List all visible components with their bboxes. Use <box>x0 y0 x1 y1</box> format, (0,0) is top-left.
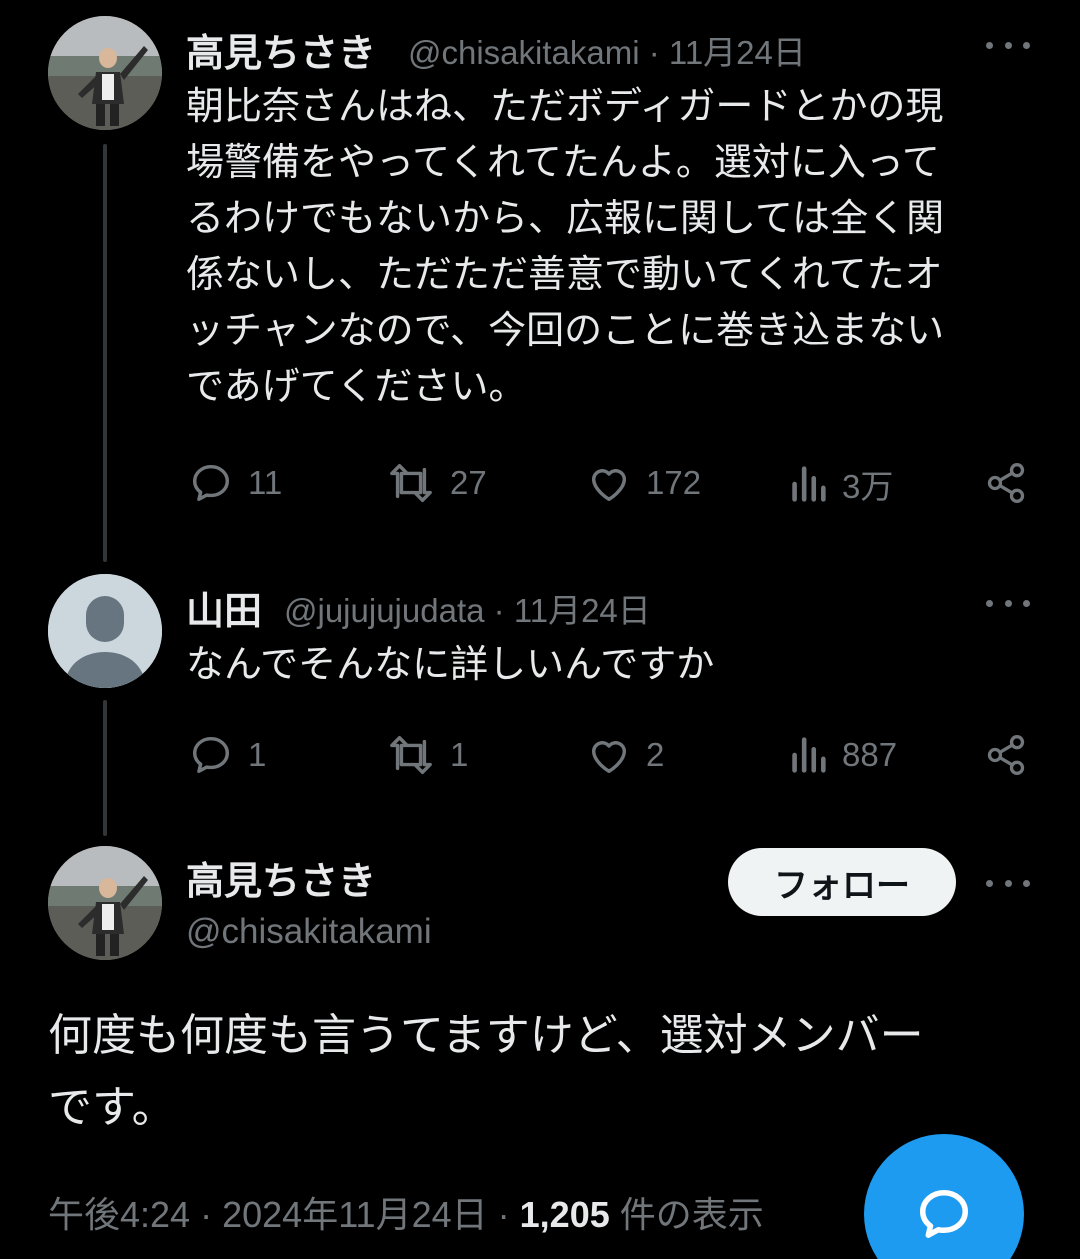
view-suffix: 件の表示 <box>619 1194 764 1235</box>
author-name[interactable]: 高見ちさき <box>186 22 376 77</box>
reply-count: 1 <box>248 736 267 773</box>
tweet-timestamp-views: 午後4:24 · 2024年11月24日 · 1,205 件の表示 <box>48 1186 764 1238</box>
reply-button[interactable]: 1 <box>188 732 266 778</box>
meta-separator: · <box>497 1194 510 1235</box>
view-count: 1,205 <box>519 1194 610 1235</box>
more-icon[interactable] <box>986 596 1030 610</box>
tweet-text-line: 場警備をやってくれてたんよ。選対に入って <box>186 140 940 184</box>
author-handle[interactable]: @chisakitakami <box>186 912 432 952</box>
analytics-icon <box>792 737 826 773</box>
author-name[interactable]: 高見ちさき <box>186 850 376 905</box>
repost-icon <box>390 736 432 774</box>
like-count: 2 <box>646 736 665 773</box>
repost-button[interactable]: 27 <box>386 460 487 506</box>
reply-count: 11 <box>248 464 283 501</box>
repost-count: 27 <box>450 464 487 501</box>
more-icon[interactable] <box>986 876 1030 890</box>
like-button[interactable]: 2 <box>586 732 664 778</box>
tweet-text-line: です。 <box>48 1082 176 1133</box>
tweet-text-line: るわけでもないから、広報に関しては全く関 <box>186 196 945 240</box>
reply-icon <box>192 464 230 502</box>
tweet-text-line: なんでそんなに詳しいんですか <box>186 642 715 686</box>
author-handle-meta: @chisakitakami · 11月24日 <box>408 26 806 74</box>
author-name[interactable]: 山田 <box>186 580 262 635</box>
more-icon[interactable] <box>986 38 1030 52</box>
tweet-text: 朝比奈さんはね、ただボディガードとかの現 場警備をやってくれてたんよ。選対に入っ… <box>186 78 1036 414</box>
thread-line <box>103 700 107 836</box>
author-handle[interactable]: @chisakitakami <box>408 34 640 71</box>
repost-count: 1 <box>450 736 469 773</box>
tweet-text-line: 何度も何度も言うてますけど、選対メンバー <box>48 1010 924 1061</box>
tweet-date[interactable]: 11月24日 <box>514 592 651 629</box>
tweet-text: なんでそんなに詳しいんですか <box>186 636 1036 692</box>
like-count: 172 <box>646 464 702 501</box>
follow-button[interactable]: フォロー <box>728 848 956 916</box>
author-handle-meta: @jujujujudata · 11月24日 <box>284 584 651 632</box>
tweet-text-line: 係ないし、ただただ善意で動いてくれてたオ <box>186 252 943 296</box>
reply-icon <box>192 736 230 774</box>
tweet-text-line: であげてください。 <box>186 364 527 408</box>
view-count: 3万 <box>842 468 894 505</box>
heart-icon <box>591 469 627 502</box>
share-button[interactable] <box>984 460 1028 506</box>
views-button[interactable]: 887 <box>788 732 897 778</box>
analytics-icon <box>792 466 826 502</box>
tweet-text-line: 朝比奈さんはね、ただボディガードとかの現 <box>186 84 944 128</box>
avatar-photo[interactable] <box>48 846 162 960</box>
tweet-time[interactable]: 午後4:24 <box>48 1194 190 1235</box>
meta-separator: · <box>200 1194 213 1235</box>
heart-icon <box>591 741 627 774</box>
tweet-text: 何度も何度も言うてますけど、選対メンバー です。 <box>48 1000 1038 1144</box>
share-icon <box>987 735 1025 775</box>
author-handle[interactable]: @jujujujudata <box>284 592 484 629</box>
compose-reply-icon <box>920 1190 968 1238</box>
repost-button[interactable]: 1 <box>386 732 468 778</box>
tweet-full-date[interactable]: 2024年11月24日 <box>222 1194 488 1235</box>
meta-separator: · <box>493 592 505 629</box>
reply-button[interactable]: 11 <box>188 460 282 506</box>
avatar-default[interactable] <box>48 574 162 688</box>
share-icon <box>987 463 1025 503</box>
avatar-photo[interactable] <box>48 16 162 130</box>
thread-line <box>103 144 107 562</box>
view-count: 887 <box>842 736 898 773</box>
share-button[interactable] <box>984 732 1028 778</box>
compose-reply-button[interactable] <box>864 1134 1024 1259</box>
views-button[interactable]: 3万 <box>788 460 893 508</box>
meta-separator: · <box>648 34 660 71</box>
tweet-date[interactable]: 11月24日 <box>669 34 806 71</box>
repost-icon <box>390 464 432 502</box>
tweet-text-line: ッチャンなので、今回のことに巻き込まない <box>186 308 945 352</box>
like-button[interactable]: 172 <box>586 460 701 506</box>
